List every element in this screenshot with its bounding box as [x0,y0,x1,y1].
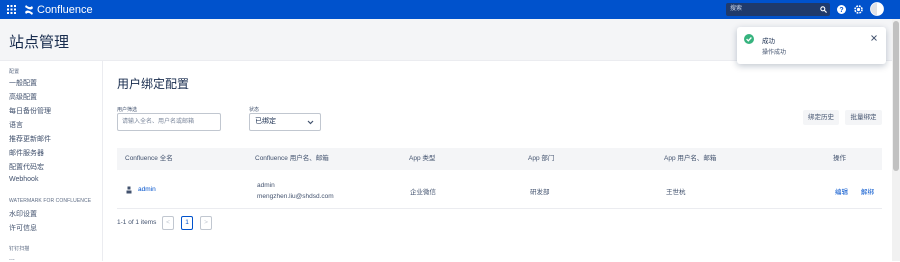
gear-icon[interactable] [853,4,864,15]
user-filter-input[interactable]: 请输入全名、用户名或邮箱 [117,113,221,131]
sidebar-item-code-macro[interactable]: 配置代码宏 [9,162,44,172]
svg-text:?: ? [839,7,843,14]
help-icon[interactable]: ? [836,4,847,15]
status-value: 已绑定 [255,118,276,125]
scrollbar-thumb[interactable] [893,21,899,171]
sidebar-item-advanced[interactable]: 高级配置 [9,92,37,102]
section-title: 用户绑定配置 [117,77,190,91]
sidebar-item-recommended-mail[interactable]: 推荐更新邮件 [9,134,51,144]
pagination-page-button[interactable]: 1 [181,216,193,230]
confluence-logo-icon [25,4,33,15]
sidebar-item-mail-server[interactable]: 邮件服务器 [9,148,44,158]
toast-title: 成功 [762,38,775,45]
user-avatar[interactable] [870,2,884,16]
bind-history-button[interactable]: 绑定历史 [803,110,839,125]
column-header-username: Confluence 用户名、邮箱 [255,155,329,162]
status-label: 状态 [249,107,260,113]
sidebar-item-watermark-settings[interactable]: 水印设置 [9,209,37,219]
row-app-dept: 研发部 [530,189,550,196]
sidebar-group-dingtalk: 钉钉扫描 [9,246,30,252]
search-input[interactable]: 搜索 [726,3,830,16]
success-toast: 成功 操作成功 [737,27,886,64]
sidebar-group-config: 配置 [9,69,20,75]
chevron-down-icon [307,120,314,125]
sidebar-item-license[interactable]: 许可信息 [9,223,37,233]
row-fullname-link[interactable]: admin [138,186,156,193]
sidebar-item-general[interactable]: 一般配置 [9,78,37,88]
status-select[interactable]: 已绑定 [249,113,321,131]
column-header-fullname: Confluence 全名 [125,155,173,162]
sidebar-item-webhook[interactable]: Webhook [9,176,38,183]
column-header-app-dept: App 部门 [528,155,555,162]
close-icon[interactable] [871,35,877,41]
page-title: 站点管理 [9,34,70,51]
column-header-actions: 操作 [833,155,846,162]
filter-label: 用户筛选 [117,107,138,113]
toast-message: 操作成功 [762,50,787,56]
table-header: Confluence 全名 Confluence 用户名、邮箱 App 类型 A… [117,148,882,170]
row-app-user: 王世杭 [666,189,686,196]
user-filter-placeholder: 请输入全名、用户名或邮箱 [122,119,195,125]
edit-link[interactable]: 编辑 [835,186,848,196]
grid-icon[interactable] [2,0,20,19]
search-placeholder: 搜索 [730,6,743,12]
brand-name: Confluence [37,3,93,16]
admin-sidebar: 配置 一般配置 高级配置 每日备份管理 语言 推荐更新邮件 邮件服务器 配置代码… [0,61,103,262]
page-scrollbar[interactable] [892,19,900,261]
confluence-logo[interactable]: Confluence [24,4,93,16]
pagination-prev-button[interactable]: < [162,216,174,230]
unbind-link[interactable]: 解绑 [861,186,874,196]
pagination-next-button[interactable]: > [200,216,212,230]
row-divider [117,208,882,209]
sidebar-item-backup[interactable]: 每日备份管理 [9,106,51,116]
user-icon [126,186,132,194]
column-header-app-user: App 用户名、邮箱 [664,155,717,162]
row-email: mengzhen.liu@shdsd.com [257,193,334,200]
check-circle-icon [744,34,754,44]
sidebar-group-watermark: WATERMARK FOR CONFLUENCE [9,198,92,204]
row-username: admin [257,182,275,189]
row-app-type: 企业微信 [410,189,436,196]
column-header-app-type: App 类型 [409,155,436,162]
batch-bind-button[interactable]: 批量绑定 [845,110,882,125]
sidebar-item-language[interactable]: 语言 [9,120,23,130]
search-icon[interactable] [820,6,827,13]
pagination-summary: 1-1 of 1 items [117,219,157,226]
